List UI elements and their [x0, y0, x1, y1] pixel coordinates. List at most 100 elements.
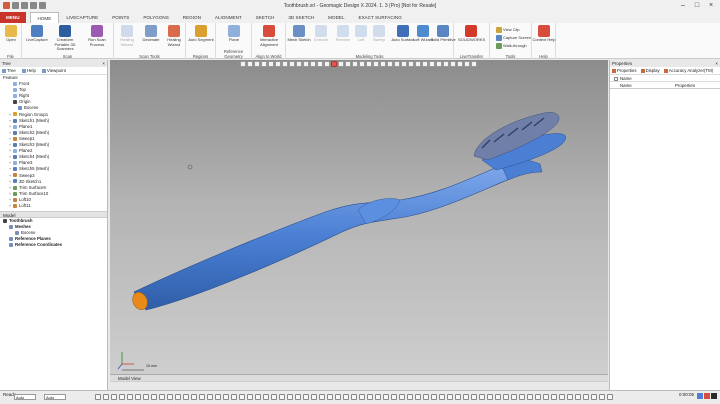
select-icon[interactable]: [431, 394, 437, 400]
tab-alignment[interactable]: ALIGNMENT: [208, 12, 249, 23]
select-icon[interactable]: [439, 394, 445, 400]
select-icon[interactable]: [511, 394, 517, 400]
select-icon[interactable]: [111, 394, 117, 400]
select-icon[interactable]: [151, 394, 157, 400]
tab-properties[interactable]: Properties: [612, 67, 637, 74]
select-icon[interactable]: [487, 394, 493, 400]
solid-primitive-button[interactable]: Solid Primitive: [430, 25, 456, 43]
model-viewport[interactable]: 15 mm: [110, 60, 608, 382]
close-icon[interactable]: ×: [102, 60, 105, 67]
status-icon[interactable]: [711, 393, 717, 399]
select-icon[interactable]: [367, 394, 373, 400]
select-icon[interactable]: [375, 394, 381, 400]
livecapture-button[interactable]: LiveCapture: [24, 25, 50, 43]
sweep-button[interactable]: Sweep: [366, 25, 392, 43]
select-icon[interactable]: [119, 394, 125, 400]
select-dropdown[interactable]: Auto: [44, 394, 66, 400]
solidworks-button[interactable]: SOLIDWORKS: [458, 25, 485, 43]
interactive-alignment-button[interactable]: Interactive Alignment: [256, 25, 282, 47]
minimize-icon[interactable]: –: [676, 0, 690, 11]
select-icon[interactable]: [591, 394, 597, 400]
select-icon[interactable]: [391, 394, 397, 400]
tab-exact-surfacing[interactable]: EXACT SURFACING: [352, 12, 409, 23]
filter-dropdown[interactable]: Auto: [14, 394, 36, 400]
select-icon[interactable]: [271, 394, 277, 400]
tab-home[interactable]: HOME: [29, 12, 60, 23]
tab-model[interactable]: MODEL: [321, 12, 351, 23]
select-icon[interactable]: [535, 394, 541, 400]
select-icon[interactable]: [247, 394, 253, 400]
tab-sketch[interactable]: SKETCH: [249, 12, 282, 23]
tab-region[interactable]: REGION: [176, 12, 208, 23]
tab-tree[interactable]: Tree: [2, 67, 16, 74]
select-icon[interactable]: [463, 394, 469, 400]
model-tree-item[interactable]: Reference Coordinates: [0, 242, 107, 248]
select-icon[interactable]: [303, 394, 309, 400]
select-icon[interactable]: [447, 394, 453, 400]
status-icon[interactable]: [704, 393, 710, 399]
select-icon[interactable]: [399, 394, 405, 400]
creaform-button[interactable]: Creaform Portable 3D Scanners: [52, 25, 78, 52]
expand-icon[interactable]: +: [8, 203, 12, 209]
tree-item[interactable]: + Loft11: [0, 203, 107, 209]
select-icon[interactable]: [143, 394, 149, 400]
status-icon[interactable]: [697, 393, 703, 399]
select-icon[interactable]: [407, 394, 413, 400]
plane-button[interactable]: Plane: [221, 25, 247, 43]
select-icon[interactable]: [183, 394, 189, 400]
tab-viewpoint[interactable]: Viewpoint: [41, 67, 66, 74]
tab-3d-sketch[interactable]: 3D SKETCH: [281, 12, 321, 23]
select-icon[interactable]: [599, 394, 605, 400]
tab-polygons[interactable]: POLYGONS: [136, 12, 175, 23]
select-icon[interactable]: [223, 394, 229, 400]
select-icon[interactable]: [503, 394, 509, 400]
view-clip-button[interactable]: View Clip: [496, 26, 520, 33]
select-icon[interactable]: [231, 394, 237, 400]
select-icon[interactable]: [383, 394, 389, 400]
select-icon[interactable]: [415, 394, 421, 400]
select-icon[interactable]: [559, 394, 565, 400]
select-icon[interactable]: [423, 394, 429, 400]
select-icon[interactable]: [239, 394, 245, 400]
select-icon[interactable]: [455, 394, 461, 400]
select-icon[interactable]: [607, 394, 613, 400]
select-icon[interactable]: [167, 394, 173, 400]
capture-screen-button[interactable]: Capture Screen: [496, 34, 531, 41]
model-view-tab[interactable]: Model View: [110, 374, 608, 381]
checkbox-icon[interactable]: [614, 76, 618, 81]
auto-segment-button[interactable]: Auto Segment: [188, 25, 214, 43]
select-icon[interactable]: [191, 394, 197, 400]
select-icon[interactable]: [287, 394, 293, 400]
select-icon[interactable]: [295, 394, 301, 400]
run-scan-button[interactable]: Run Scan Process: [84, 25, 110, 47]
select-icon[interactable]: [575, 394, 581, 400]
open-button[interactable]: Open: [0, 25, 24, 43]
select-icon[interactable]: [359, 394, 365, 400]
select-icon[interactable]: [159, 394, 165, 400]
toothbrush-model[interactable]: [110, 60, 608, 382]
select-icon[interactable]: [495, 394, 501, 400]
select-icon[interactable]: [215, 394, 221, 400]
tab-help[interactable]: Help: [21, 67, 36, 74]
select-icon[interactable]: [479, 394, 485, 400]
select-icon[interactable]: [135, 394, 141, 400]
select-icon[interactable]: [527, 394, 533, 400]
tab-livecapture[interactable]: LIVECAPTURE: [59, 12, 105, 23]
tab-display[interactable]: Display: [640, 67, 660, 74]
close-icon[interactable]: ×: [715, 60, 718, 67]
select-icon[interactable]: [567, 394, 573, 400]
select-icon[interactable]: [279, 394, 285, 400]
select-icon[interactable]: [103, 394, 109, 400]
select-icon[interactable]: [95, 394, 101, 400]
maximize-icon[interactable]: □: [690, 0, 704, 11]
close-icon[interactable]: ×: [704, 0, 718, 11]
tab-points[interactable]: POINTS: [105, 12, 136, 23]
select-icon[interactable]: [175, 394, 181, 400]
select-icon[interactable]: [319, 394, 325, 400]
walk-through-button[interactable]: Walk-through: [496, 42, 527, 49]
tab-accuracy-analyzer[interactable]: Accuracy Analyzer(TM): [663, 67, 713, 74]
healing-wizard-button[interactable]: Healing Wizard: [161, 25, 187, 47]
select-icon[interactable]: [519, 394, 525, 400]
select-icon[interactable]: [199, 394, 205, 400]
select-icon[interactable]: [343, 394, 349, 400]
